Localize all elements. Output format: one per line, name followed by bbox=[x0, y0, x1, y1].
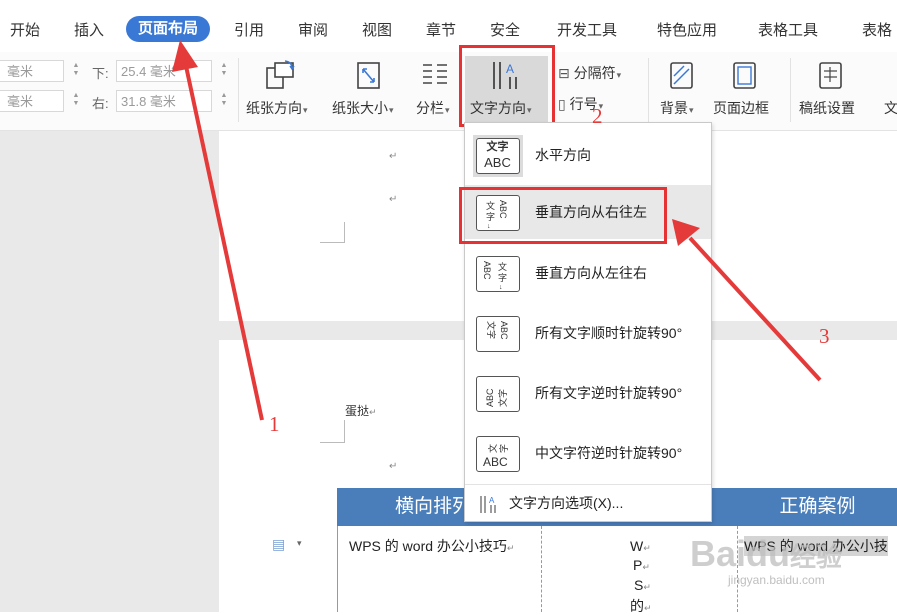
annotation-arrows bbox=[172, 40, 822, 421]
annotation-number-3: 3 bbox=[819, 324, 830, 348]
watermark-brand-cn: 经验 bbox=[790, 542, 843, 572]
annotation-number-2: 2 bbox=[592, 104, 603, 128]
annotation-number-1: 1 bbox=[269, 412, 280, 436]
watermark-logo: Baidu经验 bbox=[690, 533, 842, 575]
watermark-site: jingyan.baidu.com bbox=[728, 573, 825, 587]
arrow-3-shaft bbox=[688, 236, 822, 382]
arrow-1-head bbox=[172, 40, 198, 72]
watermark-brand: Baidu bbox=[690, 533, 791, 574]
arrow-1-shaft bbox=[184, 65, 264, 421]
